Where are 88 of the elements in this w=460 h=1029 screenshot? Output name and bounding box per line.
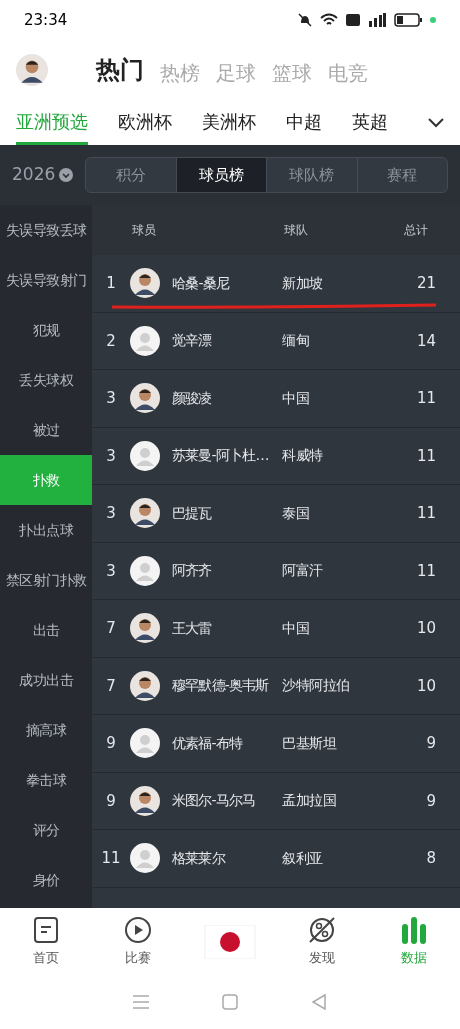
column-header: 总计 <box>404 222 428 239</box>
rank-cell-text: 3 <box>105 388 117 409</box>
league-tab[interactable]: 美洲杯 <box>202 100 256 145</box>
bar-chart-icon <box>401 915 427 944</box>
category-item[interactable]: 失误导致丢球 <box>0 205 92 255</box>
team-name: 中国 <box>282 388 310 408</box>
segment-tab[interactable]: 赛程 <box>356 158 447 192</box>
total-cell-text: 9 <box>426 733 436 754</box>
wifi-icon <box>320 13 338 27</box>
category-item[interactable]: 犯规 <box>0 305 92 355</box>
league-tab[interactable]: 英超 <box>352 100 388 145</box>
category-item[interactable]: 评分 <box>0 805 92 855</box>
player-avatar <box>16 54 48 86</box>
total-cell-text: 9 <box>426 790 436 812</box>
total-cell-text: 11 <box>416 388 436 409</box>
rank-cell-text: 3 <box>105 445 117 467</box>
player-name: 巴提瓦 <box>172 503 213 523</box>
player-name: 优素福-布特 <box>172 733 244 753</box>
team-name: 孟加拉国 <box>282 791 337 811</box>
signal-icon <box>368 13 386 27</box>
column-header: 球员 <box>132 222 157 239</box>
player-name: 颜骏凌 <box>172 388 213 408</box>
segment-tab[interactable]: 球队榜 <box>266 158 357 192</box>
nav-tab[interactable]: 首页 <box>0 915 92 968</box>
team-name: 科威特 <box>282 446 324 466</box>
category-item[interactable]: 被过 <box>0 405 92 455</box>
total-cell-text: 10 <box>416 618 436 639</box>
document-icon <box>33 915 59 944</box>
category-item[interactable]: 拳击球 <box>0 755 92 805</box>
player-name: 王大雷 <box>172 618 213 638</box>
rank-cell-text: 9 <box>105 790 117 812</box>
total-cell-text: 11 <box>416 560 436 582</box>
category-item[interactable]: 摘高球 <box>0 705 92 755</box>
segment-tab[interactable]: 球员榜 <box>175 158 267 192</box>
team-name: 巴基斯坦 <box>282 733 338 753</box>
player-name: 米图尔-马尔马 <box>172 791 257 811</box>
back-icon[interactable] <box>311 994 328 1010</box>
category-item[interactable]: 禁区射门扑救 <box>0 555 92 605</box>
total-cell-text: 11 <box>416 503 436 524</box>
menu-icon[interactable] <box>132 995 149 1009</box>
muted-bell-icon <box>298 13 312 27</box>
team-name: 中国 <box>282 618 310 638</box>
total-cell-text: 8 <box>426 848 436 869</box>
status-dot-icon <box>430 17 436 23</box>
team-name: 叙利亚 <box>282 848 324 868</box>
rank-cell-text: 7 <box>105 675 117 697</box>
player-name: 觉辛漂 <box>172 331 213 351</box>
top-tab[interactable]: 热门 <box>96 52 144 88</box>
nav-tab[interactable]: 发现 <box>276 915 368 968</box>
column-header: 球队 <box>284 222 309 239</box>
battery-icon <box>394 13 422 27</box>
nav-tab[interactable]: 比赛 <box>92 915 184 968</box>
rank-cell-text: 11 <box>100 848 122 869</box>
home-square-icon[interactable] <box>222 994 238 1010</box>
team-name: 沙特阿拉伯 <box>282 676 351 696</box>
total-cell-text: 10 <box>416 675 436 697</box>
play-icon <box>124 915 152 944</box>
team-name: 新加坡 <box>282 273 324 293</box>
team-name: 泰国 <box>282 503 310 523</box>
total-cell-text: 21 <box>416 273 436 294</box>
rank-cell-text: 1 <box>105 273 117 294</box>
category-item[interactable]: 身价 <box>0 855 92 905</box>
rank-cell-text: 3 <box>105 503 117 524</box>
rank-cell-text: 9 <box>105 733 117 754</box>
rank-cell-text: 3 <box>105 560 117 582</box>
player-name: 苏莱曼-阿卜杜… <box>172 446 270 466</box>
team-name: 缅甸 <box>282 331 310 351</box>
rank-cell-text: 2 <box>105 330 117 352</box>
segment-tab[interactable]: 积分 <box>86 158 176 192</box>
season-selector[interactable]: 2026 <box>12 162 74 188</box>
category-item[interactable]: 扑出点球 <box>0 505 92 555</box>
team-name: 阿富汗 <box>282 561 324 581</box>
player-name: 格莱莱尔 <box>172 848 227 868</box>
player-name: 哈桑-桑尼 <box>172 273 231 293</box>
chevron-circle-icon <box>59 168 74 182</box>
category-item[interactable]: 成功出击 <box>0 655 92 705</box>
league-tab[interactable]: 欧洲杯 <box>118 100 172 145</box>
player-name: 穆罕默德-奥韦斯 <box>172 676 270 696</box>
total-cell-text: 11 <box>416 445 436 467</box>
category-item[interactable]: 丢失球权 <box>0 355 92 405</box>
category-item[interactable]: 出击 <box>0 605 92 655</box>
league-tab[interactable]: 中超 <box>286 100 322 145</box>
chevron-down-icon[interactable] <box>428 117 444 128</box>
category-item[interactable]: 失误导致射门 <box>0 255 92 305</box>
total-cell-text: 14 <box>416 330 436 352</box>
player-name: 阿齐齐 <box>172 561 213 581</box>
rank-cell-text: 7 <box>105 618 117 639</box>
status-time: 23:34 <box>24 9 68 31</box>
